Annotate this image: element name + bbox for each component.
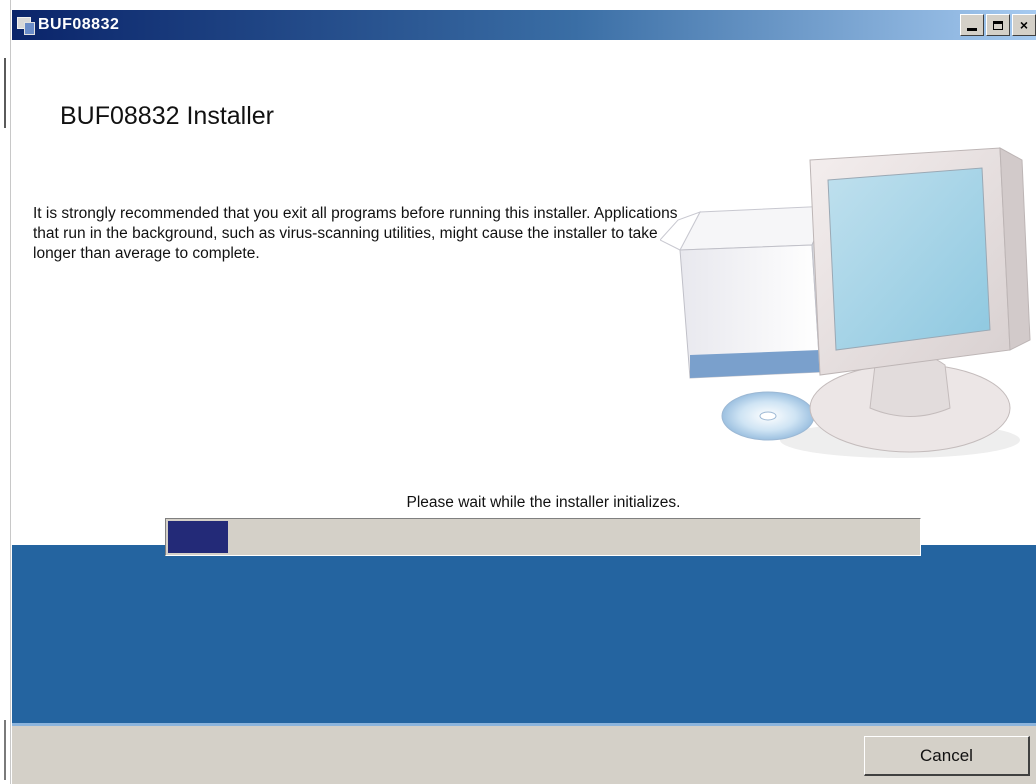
cancel-button[interactable]: Cancel bbox=[864, 736, 1030, 776]
intro-text: It is strongly recommended that you exit… bbox=[33, 205, 678, 262]
minimize-icon bbox=[967, 27, 977, 31]
close-button[interactable]: × bbox=[1012, 14, 1036, 36]
close-icon: × bbox=[1019, 17, 1029, 33]
maximize-button[interactable] bbox=[986, 14, 1010, 36]
installer-app-icon bbox=[16, 16, 35, 35]
button-bar: Cancel bbox=[12, 726, 1036, 784]
progress-fill bbox=[168, 521, 228, 553]
installer-heading: BUF08832 Installer bbox=[60, 102, 275, 130]
title-bar[interactable]: BUF08832 × bbox=[12, 10, 1036, 40]
footer-band bbox=[12, 545, 1036, 723]
window-controls: × bbox=[960, 14, 1036, 36]
window-left-edge bbox=[0, 0, 11, 784]
computer-illustration bbox=[660, 147, 1031, 458]
edge-mark-bottom bbox=[4, 720, 6, 780]
status-text: Please wait while the installer initiali… bbox=[406, 494, 681, 511]
maximize-icon bbox=[993, 20, 1003, 30]
edge-mark-top bbox=[4, 58, 6, 128]
window-title: BUF08832 bbox=[38, 16, 120, 33]
minimize-button[interactable] bbox=[960, 14, 984, 36]
progress-bar bbox=[165, 518, 921, 556]
